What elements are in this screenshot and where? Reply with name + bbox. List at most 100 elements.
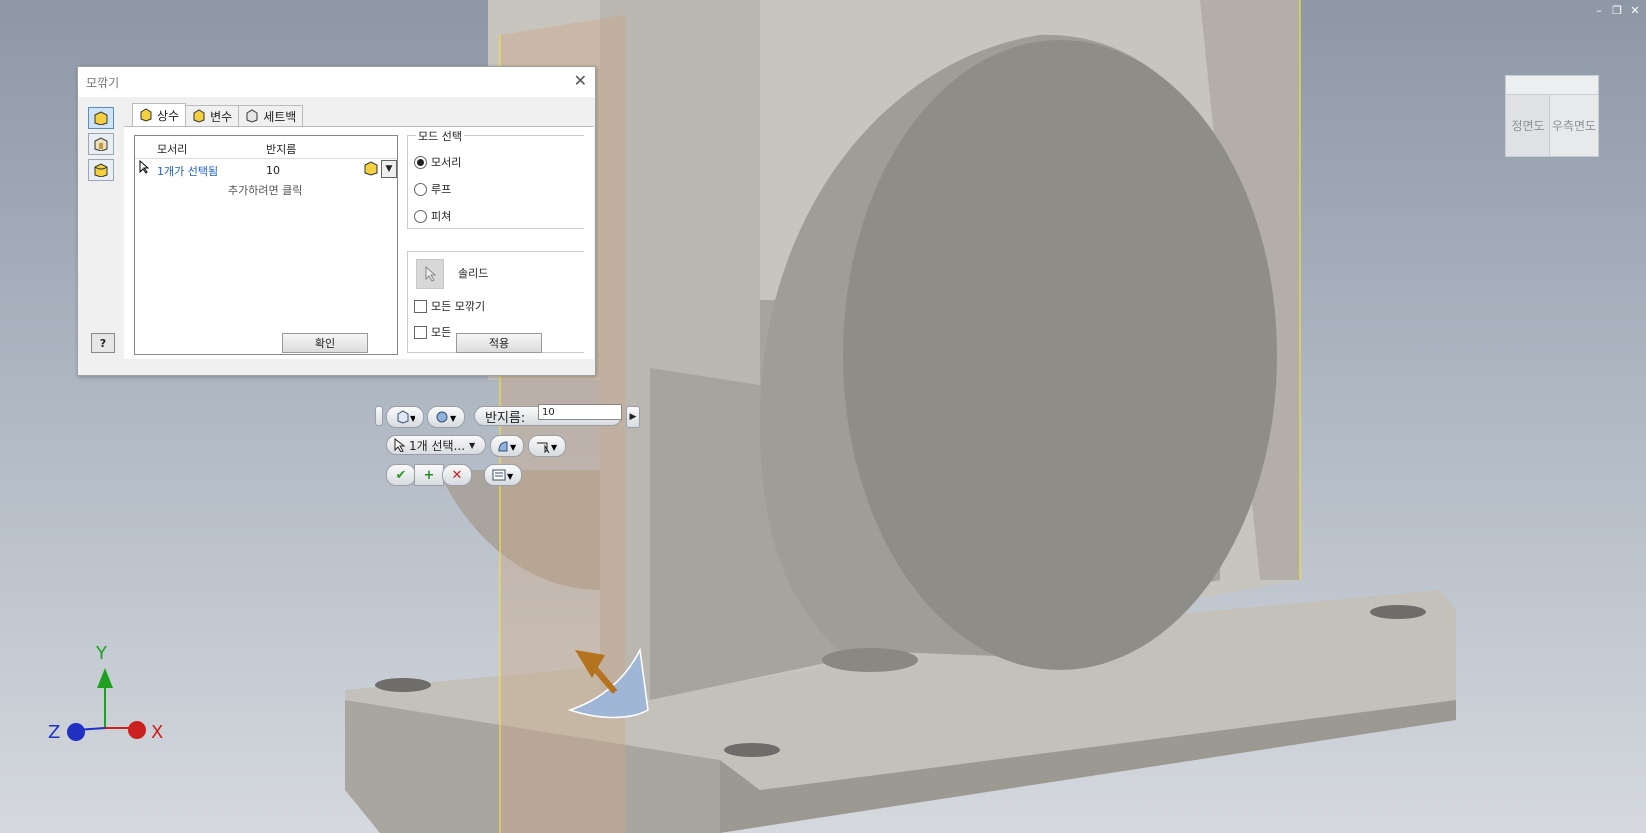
graphics-viewport[interactable]: Y X Z – ❐ ✕ 정면도 우측면도 모깎기 ✕ ? 상수 변수 세트백 모… bbox=[0, 0, 1646, 833]
x-axis-label: X bbox=[151, 722, 164, 743]
fillet-type-menu[interactable]: ▼ bbox=[386, 406, 424, 428]
solid-select-button[interactable] bbox=[416, 259, 444, 289]
selection-filter-menu[interactable]: ▼ bbox=[528, 435, 566, 457]
filter-icon: ▼ bbox=[537, 442, 558, 453]
close-window-icon[interactable]: ✕ bbox=[1628, 4, 1642, 18]
mode-edge-label: 모서리 bbox=[431, 156, 462, 169]
close-icon[interactable]: ✕ bbox=[574, 71, 587, 90]
column-radius: 반지름 bbox=[266, 143, 297, 156]
mode-feature-radio[interactable]: 피쳐 bbox=[414, 208, 451, 224]
full-round-fillet-button[interactable] bbox=[88, 159, 114, 181]
cylinder-end-face bbox=[843, 40, 1277, 670]
radius-label: 반지름: bbox=[485, 410, 526, 426]
edge-options-dropdown[interactable]: ▼ bbox=[381, 160, 397, 178]
radius-expand-button[interactable]: ▶ bbox=[626, 406, 640, 428]
svg-text:▼: ▼ bbox=[507, 472, 514, 481]
tab-setback-label: 세트백 bbox=[263, 109, 297, 124]
add-edge-icon: ▼ bbox=[436, 411, 457, 423]
radius-input[interactable]: 10 bbox=[538, 404, 622, 420]
minitoolbar-grip[interactable] bbox=[375, 406, 383, 426]
viewcube-top-face[interactable] bbox=[1505, 75, 1599, 95]
cursor-icon bbox=[139, 160, 149, 174]
all-rounds-checkbox[interactable]: 모든 bbox=[414, 324, 451, 340]
svg-text:▼: ▼ bbox=[450, 414, 457, 423]
edge-radius-grid[interactable]: 모서리 반지름 1개가 선택됨 10 ▼ 추가하려면 클릭 bbox=[134, 135, 398, 355]
viewcube-front-label: 정면도 bbox=[1511, 118, 1545, 133]
all-rounds-label: 모든 bbox=[431, 326, 452, 339]
grid-header: 모서리 반지름 bbox=[135, 136, 397, 159]
fillet-dialog: 모깎기 ✕ ? 상수 변수 세트백 모서리 반지름 1개가 선택됨 10 ▼ 추… bbox=[77, 66, 596, 376]
add-edge-hint[interactable]: 추가하려면 클릭 bbox=[228, 182, 302, 198]
chevron-down-icon: ▼ bbox=[469, 440, 476, 450]
boss-hole bbox=[822, 648, 918, 672]
svg-text:▼: ▼ bbox=[510, 443, 517, 452]
full-round-fillet-icon bbox=[94, 163, 108, 177]
all-fillets-label: 모든 모깎기 bbox=[431, 300, 486, 313]
checkbox-box bbox=[414, 325, 427, 339]
window-controls: – ❐ ✕ bbox=[1592, 4, 1642, 18]
options-menu[interactable]: ▼ bbox=[484, 464, 522, 486]
edge-selection-cell[interactable]: 1개가 선택됨 bbox=[157, 163, 218, 179]
edge-chain-button[interactable] bbox=[363, 160, 379, 176]
mode-loop-label: 루프 bbox=[431, 183, 452, 196]
fillet-tabs: 상수 변수 세트백 bbox=[132, 103, 304, 127]
apply-plus-button[interactable]: + bbox=[414, 464, 444, 486]
mode-edge-radio[interactable]: 모서리 bbox=[414, 154, 461, 170]
edge-fillet-button[interactable] bbox=[88, 107, 114, 129]
all-fillets-checkbox[interactable]: 모든 모깎기 bbox=[414, 298, 485, 314]
mode-group-label: 모드 선택 bbox=[416, 128, 464, 144]
cube-icon: ▼ bbox=[397, 410, 415, 424]
dialog-titlebar[interactable]: 모깎기 ✕ bbox=[78, 67, 595, 97]
selection-label: 1개 선택... bbox=[409, 438, 466, 453]
face-fillet-icon bbox=[94, 137, 108, 151]
viewcube-right-label: 우측면도 bbox=[1551, 118, 1597, 133]
fillet-shape-icon: ▼ bbox=[498, 441, 517, 452]
z-axis-label: Z bbox=[48, 722, 61, 743]
edge-type-menu[interactable]: ▼ bbox=[427, 406, 465, 428]
mode-selection-group: 모드 선택 모서리 루프 피쳐 bbox=[407, 128, 584, 229]
checkbox-box bbox=[414, 299, 427, 313]
radius-value-cell[interactable]: 10 bbox=[266, 164, 280, 177]
mode-loop-radio[interactable]: 루프 bbox=[414, 181, 451, 197]
tab-constant[interactable]: 상수 bbox=[132, 103, 187, 126]
constant-tab-icon bbox=[140, 108, 152, 122]
viewcube-front-face[interactable]: 정면도 bbox=[1505, 93, 1551, 157]
tab-variable[interactable]: 변수 bbox=[185, 105, 240, 126]
radio-dot bbox=[414, 209, 427, 223]
svg-text:▼: ▼ bbox=[410, 414, 415, 423]
x-axis-ball bbox=[128, 721, 146, 739]
setback-tab-icon bbox=[246, 109, 258, 123]
viewcube-right-face[interactable]: 우측면도 bbox=[1549, 93, 1599, 157]
view-cube[interactable]: 정면도 우측면도 bbox=[1505, 75, 1605, 165]
chevron-down-icon: ▼ bbox=[385, 164, 393, 174]
apply-button[interactable]: 적용 bbox=[456, 333, 542, 353]
hole-left bbox=[375, 678, 431, 692]
confirm-button[interactable]: ✔ bbox=[386, 464, 416, 486]
z-axis-ball bbox=[67, 723, 85, 741]
y-axis-label: Y bbox=[96, 643, 107, 664]
hole-right bbox=[1370, 605, 1426, 619]
constant-panel: 모서리 반지름 1개가 선택됨 10 ▼ 추가하려면 클릭 모드 선택 모서리 … bbox=[124, 126, 594, 359]
minimize-icon[interactable]: – bbox=[1592, 4, 1606, 18]
fillet-preview-menu[interactable]: ▼ bbox=[490, 435, 524, 457]
tab-constant-label: 상수 bbox=[157, 108, 180, 123]
tab-setback[interactable]: 세트백 bbox=[238, 105, 304, 126]
radio-dot bbox=[414, 182, 427, 196]
svg-text:▼: ▼ bbox=[551, 443, 558, 452]
plus-icon: + bbox=[423, 467, 435, 483]
list-icon: ▼ bbox=[492, 469, 514, 481]
help-icon: ? bbox=[99, 336, 107, 350]
face-fillet-button[interactable] bbox=[88, 133, 114, 155]
dialog-title: 모깎기 bbox=[86, 76, 120, 90]
radio-dot-selected bbox=[414, 155, 427, 169]
edge-fillet-icon bbox=[94, 111, 108, 125]
restore-icon[interactable]: ❐ bbox=[1610, 4, 1624, 18]
variable-tab-icon bbox=[193, 109, 205, 123]
edge-selection-menu[interactable]: 1개 선택... ▼ bbox=[386, 435, 486, 455]
edge-chain-icon bbox=[364, 161, 378, 176]
cancel-button[interactable]: ✕ bbox=[442, 464, 472, 486]
chevron-right-icon: ▶ bbox=[629, 412, 637, 422]
ok-button[interactable]: 확인 bbox=[282, 333, 368, 353]
help-button[interactable]: ? bbox=[91, 333, 115, 353]
select-arrow-icon bbox=[425, 266, 436, 282]
